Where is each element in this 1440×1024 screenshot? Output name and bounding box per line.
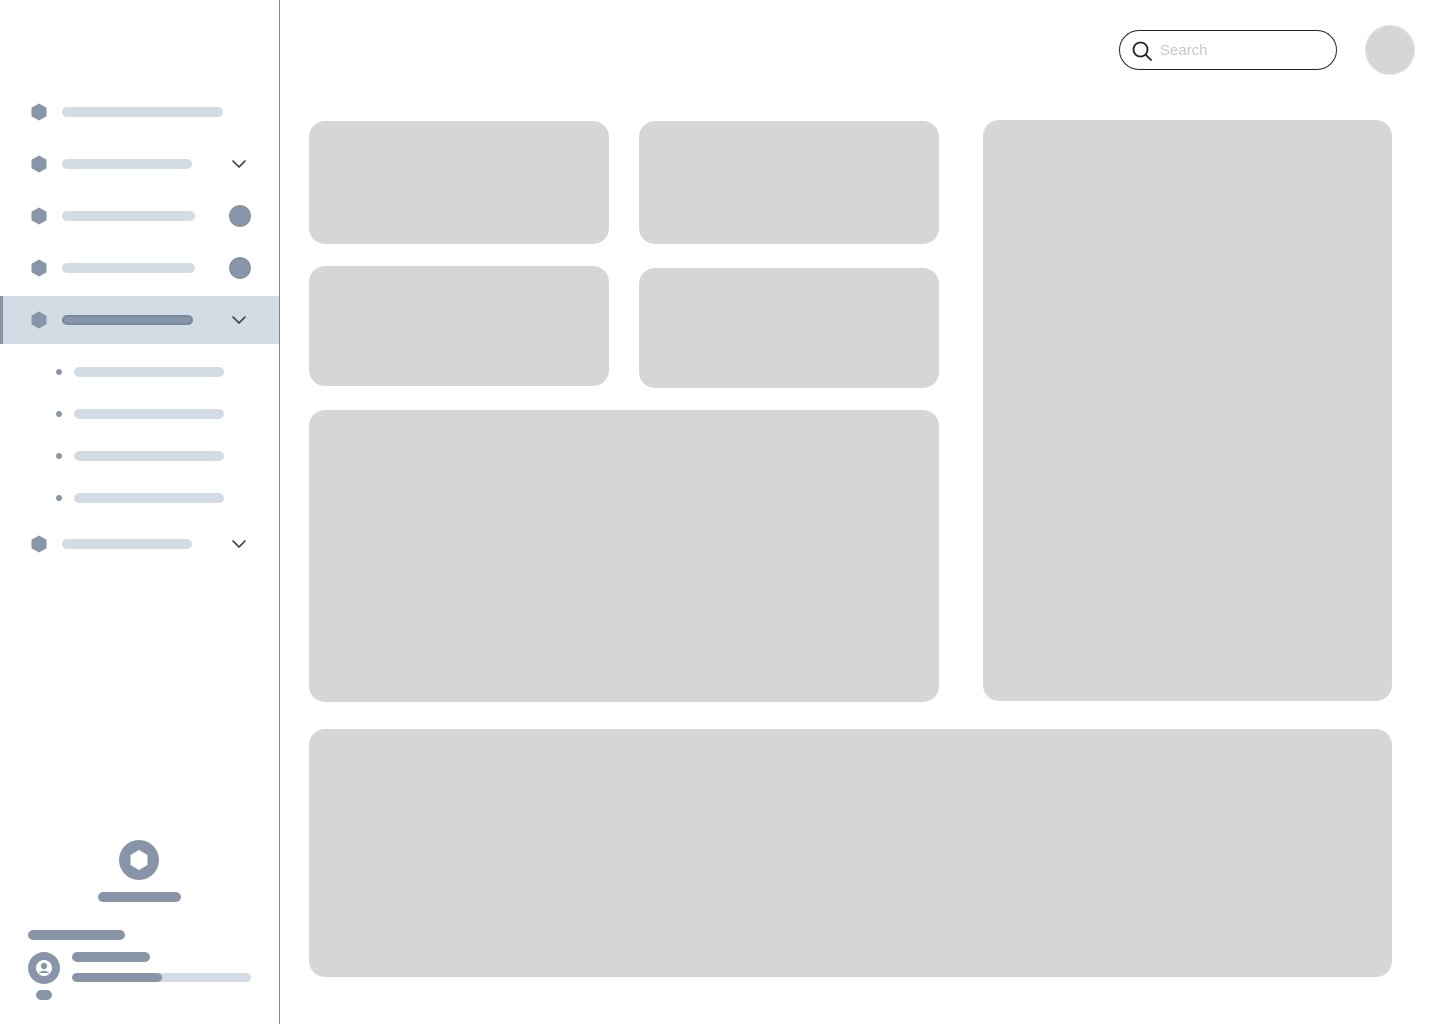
sidebar-subitem-label xyxy=(74,493,224,503)
search-input[interactable] xyxy=(1160,39,1325,61)
chevron-down-icon[interactable] xyxy=(231,157,247,171)
chevron-down-icon[interactable] xyxy=(231,537,247,551)
sidebar-item-4[interactable] xyxy=(0,244,279,292)
sidebar-item-5-active[interactable] xyxy=(0,296,279,344)
hexagon-icon xyxy=(31,103,47,121)
workspace-logo[interactable] xyxy=(119,840,159,880)
card-small-1[interactable] xyxy=(309,121,609,244)
sidebar-item-1[interactable] xyxy=(0,88,279,136)
sidebar-subitem-4[interactable] xyxy=(0,484,279,510)
hexagon-icon xyxy=(31,535,47,553)
sidebar-subitem-2[interactable] xyxy=(0,400,279,426)
user-icon xyxy=(36,960,52,976)
chevron-down-icon[interactable] xyxy=(231,313,247,327)
sidebar-subitem-label xyxy=(74,409,224,419)
bullet-icon xyxy=(56,411,62,417)
card-full-width[interactable] xyxy=(309,729,1392,977)
search-icon xyxy=(1132,41,1152,61)
bullet-icon xyxy=(56,495,62,501)
sidebar-subitem-label xyxy=(74,451,224,461)
card-wide[interactable] xyxy=(309,410,939,702)
sidebar-subitem-3[interactable] xyxy=(0,442,279,468)
sidebar-subitem-label xyxy=(74,367,224,377)
hexagon-icon xyxy=(31,311,47,329)
sidebar-item-label xyxy=(62,263,195,273)
sidebar-item-2[interactable] xyxy=(0,140,279,188)
bullet-icon xyxy=(56,453,62,459)
card-small-4[interactable] xyxy=(639,268,939,388)
card-small-3[interactable] xyxy=(309,266,609,386)
hexagon-icon xyxy=(31,155,47,173)
status-pill xyxy=(36,990,52,1000)
sidebar-item-label xyxy=(62,539,192,549)
footer-section-title xyxy=(28,930,125,940)
sidebar-item-label xyxy=(62,211,195,221)
sidebar-item-label xyxy=(62,107,223,117)
card-tall[interactable] xyxy=(983,120,1392,701)
storage-progress-bar xyxy=(72,973,251,982)
notification-badge xyxy=(229,205,251,227)
hexagon-icon xyxy=(31,207,47,225)
sidebar-subitem-1[interactable] xyxy=(0,358,279,384)
user-name xyxy=(72,952,150,962)
workspace-name xyxy=(98,892,181,902)
notification-badge xyxy=(229,257,251,279)
card-small-2[interactable] xyxy=(639,121,939,244)
progress-fill xyxy=(72,973,162,982)
hexagon-icon xyxy=(31,259,47,277)
hexagon-icon xyxy=(130,850,148,870)
user-avatar[interactable] xyxy=(1365,25,1415,75)
sidebar-item-3[interactable] xyxy=(0,192,279,240)
sidebar-item-6[interactable] xyxy=(0,520,279,568)
sidebar xyxy=(0,0,280,1024)
bullet-icon xyxy=(56,369,62,375)
sidebar-item-label xyxy=(62,159,192,169)
sidebar-item-label xyxy=(62,315,193,325)
user-avatar-small[interactable] xyxy=(28,952,60,984)
search-box[interactable] xyxy=(1119,30,1337,70)
